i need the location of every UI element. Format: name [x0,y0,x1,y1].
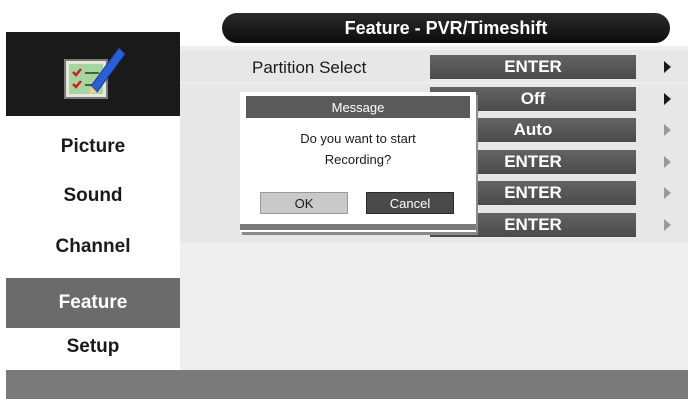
ok-button[interactable]: OK [260,192,348,214]
cancel-button[interactable]: Cancel [366,192,454,214]
arrow-right-icon[interactable] [664,187,671,199]
bottom-strip [6,370,688,399]
checklist-pencil-icon [64,47,126,99]
menu-icon-panel [6,32,180,116]
arrow-right-icon[interactable] [664,93,671,105]
dialog-message-line: Do you want to start [300,131,416,146]
sidebar-item-channel[interactable]: Channel [6,222,180,272]
sidebar-item-sound[interactable]: Sound [6,171,180,221]
sidebar-item-setup[interactable]: Setup [6,322,180,372]
dialog-message-line: Recording? [324,152,392,167]
dialog-bottom-bar [240,224,476,230]
dialog-message: Do you want to start Recording? [250,128,466,170]
sidebar-item-picture[interactable]: Picture [6,122,180,172]
sidebar-item-feature[interactable]: Feature [6,278,180,328]
arrow-right-icon[interactable] [664,219,671,231]
dialog-title: Message [246,96,470,118]
message-dialog: Message Do you want to start Recording? … [240,92,476,232]
arrow-right-icon[interactable] [664,61,671,73]
arrow-right-icon[interactable] [664,156,671,168]
row-label-partition-select: Partition Select [252,58,367,77]
page-title: Feature - PVR/Timeshift [222,13,670,43]
value-box[interactable]: ENTER [430,55,636,79]
arrow-right-icon[interactable] [664,124,671,136]
sidebar: Picture Sound Channel Feature Setup [6,116,180,370]
